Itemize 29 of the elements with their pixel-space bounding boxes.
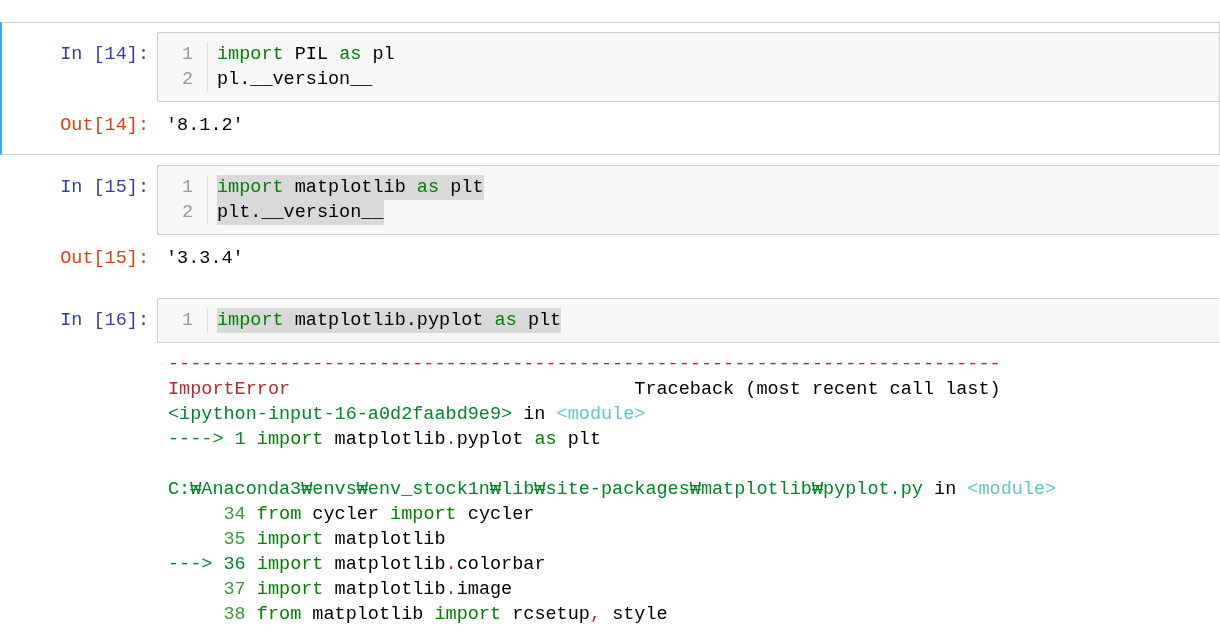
line-number: 1: [181, 43, 193, 67]
code-editor[interactable]: 1 2 import matplotlib as plt plt.__version__: [157, 165, 1219, 235]
output-text: '3.3.4': [165, 247, 244, 271]
input-prompt: In [16]:: [60, 310, 149, 331]
notebook-cell[interactable]: In [14]: 1 2 import PIL as pl pl.__version__ Out[14]: '8.1.2': [0, 22, 1220, 155]
line-number: 1: [181, 176, 193, 200]
traceback-line: 35 import matplotlib: [222, 528, 446, 552]
code-line: pl.__version__: [217, 68, 373, 92]
traceback-line: 34 from cycler import cycler: [222, 503, 535, 527]
input-prompt: In [14]:: [60, 44, 149, 65]
traceback-line: ---> 36 import matplotlib.colorbar: [168, 553, 546, 577]
code-line: import PIL as pl: [217, 43, 395, 67]
code-editor[interactable]: 1 import matplotlib.pyplot as plt: [157, 298, 1219, 343]
line-number: 2: [181, 201, 193, 225]
traceback-line: C:₩Anaconda3₩envs₩env_stock1n₩lib₩site-packages₩matplotlib₩pyplot.py in <module>: [168, 478, 1057, 502]
code-editor[interactable]: 1 2 import PIL as pl pl.__version__: [157, 32, 1219, 102]
input-prompt: In [15]:: [60, 177, 149, 198]
line-number: 1: [181, 309, 193, 333]
traceback-line: ImportError Traceback (most recent call last): [168, 378, 1001, 402]
output-prompt: Out[14]:: [60, 115, 149, 136]
line-number: 2: [181, 68, 193, 92]
output-prompt: Out[15]:: [60, 248, 149, 269]
traceback-line: 38 from matplotlib import rcsetup, style: [222, 603, 668, 627]
traceback-line: <ipython-input-16-a0d2faabd9e9> in <module>: [168, 403, 646, 427]
traceback-line: ----> 1 import matplotlib.pyplot as plt: [168, 428, 602, 452]
output-text: '8.1.2': [165, 114, 244, 138]
traceback-line: 37 import matplotlib.image: [222, 578, 513, 602]
traceback-line: ---------------------------------------------------------------------------: [168, 353, 1001, 377]
notebook-cell[interactable]: In [15]: 1 2 import matplotlib as plt plt.__version__ Out[15]: '3.3.4': [0, 155, 1220, 288]
